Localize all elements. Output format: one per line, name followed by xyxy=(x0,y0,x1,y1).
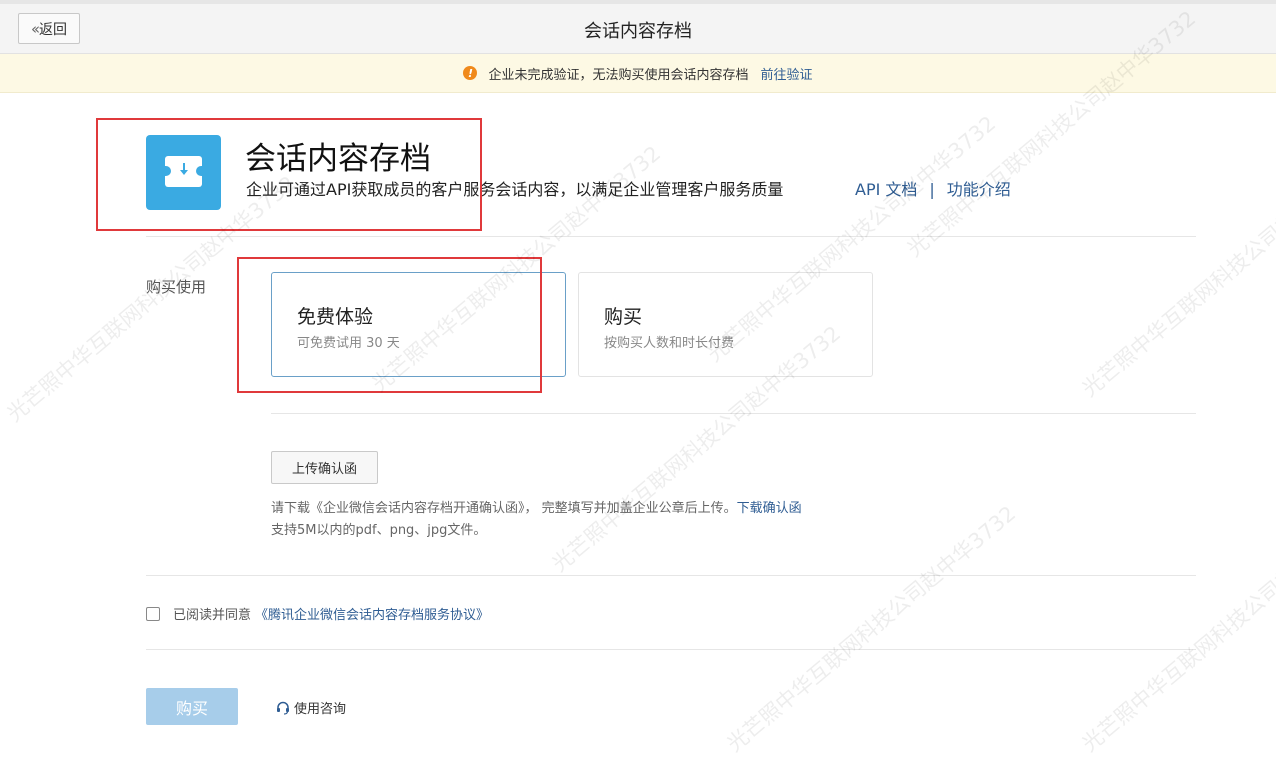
link-separator: | xyxy=(929,180,935,199)
consult-link[interactable]: 使用咨询 xyxy=(276,698,346,717)
page-header: ‹‹ 返回 会话内容存档 xyxy=(0,4,1276,54)
upload-tip: 请下载《企业微信会话内容存档开通确认函》， 完整填写并加盖企业公章后上传。下载确… xyxy=(271,498,802,542)
divider xyxy=(146,649,1196,650)
headset-icon xyxy=(277,701,289,715)
option-subtitle: 可免费试用 30 天 xyxy=(297,336,400,351)
option-title: 免费体验 xyxy=(297,306,374,328)
app-links: API 文档 | 功能介绍 xyxy=(855,176,1011,200)
buy-button[interactable]: 购买 xyxy=(146,688,238,725)
verify-link[interactable]: 前往验证 xyxy=(761,64,813,83)
divider xyxy=(146,236,1196,237)
purchase-label: 购买使用 xyxy=(146,278,207,296)
option-subtitle: 按购买人数和时长付费 xyxy=(604,336,735,351)
option-title: 购买 xyxy=(604,306,643,328)
watermark: 光芒照中华互联网科技公司赵中华3732 xyxy=(1077,501,1276,757)
notice-text: 企业未完成验证，无法购买使用会话内容存档 xyxy=(488,67,749,83)
agreement-checkbox[interactable] xyxy=(146,606,160,621)
app-name: 会话内容存档 xyxy=(245,141,431,177)
warning-icon: ! xyxy=(463,66,478,80)
upload-tip-text: 请下载《企业微信会话内容存档开通确认函》， 完整填写并加盖企业公章后上传。 xyxy=(271,501,737,516)
watermark: 光芒照中华互联网科技公司赵中华3732 xyxy=(1077,146,1276,402)
buy-option[interactable]: 购买 按购买人数和时长付费 xyxy=(578,272,873,377)
app-description: 企业可通过API获取成员的客户服务会话内容，以满足企业管理客户服务质量 xyxy=(246,180,784,199)
page-title: 会话内容存档 xyxy=(584,21,692,42)
feature-intro-link[interactable]: 功能介绍 xyxy=(947,180,1011,199)
upload-confirmation-button[interactable]: 上传确认函 xyxy=(271,451,378,484)
divider xyxy=(271,413,1196,414)
api-docs-link[interactable]: API 文档 xyxy=(855,180,917,199)
free-trial-option[interactable]: 免费体验 可免费试用 30 天 xyxy=(271,272,566,377)
download-confirmation-link[interactable]: 下载确认函 xyxy=(737,501,802,516)
verification-notice: ! 企业未完成验证，无法购买使用会话内容存档 前往验证 xyxy=(0,54,1276,93)
consult-label: 使用咨询 xyxy=(294,702,347,717)
upload-file-limit: 支持5M以内的pdf、png、jpg文件。 xyxy=(271,523,487,538)
divider xyxy=(146,575,1196,576)
agreement-row: 已阅读并同意 《腾讯企业微信会话内容存档服务协议》 xyxy=(146,604,489,623)
archive-download-icon xyxy=(146,135,221,210)
agreement-text: 已阅读并同意 xyxy=(173,608,252,623)
service-agreement-link[interactable]: 《腾讯企业微信会话内容存档服务协议》 xyxy=(255,604,489,623)
